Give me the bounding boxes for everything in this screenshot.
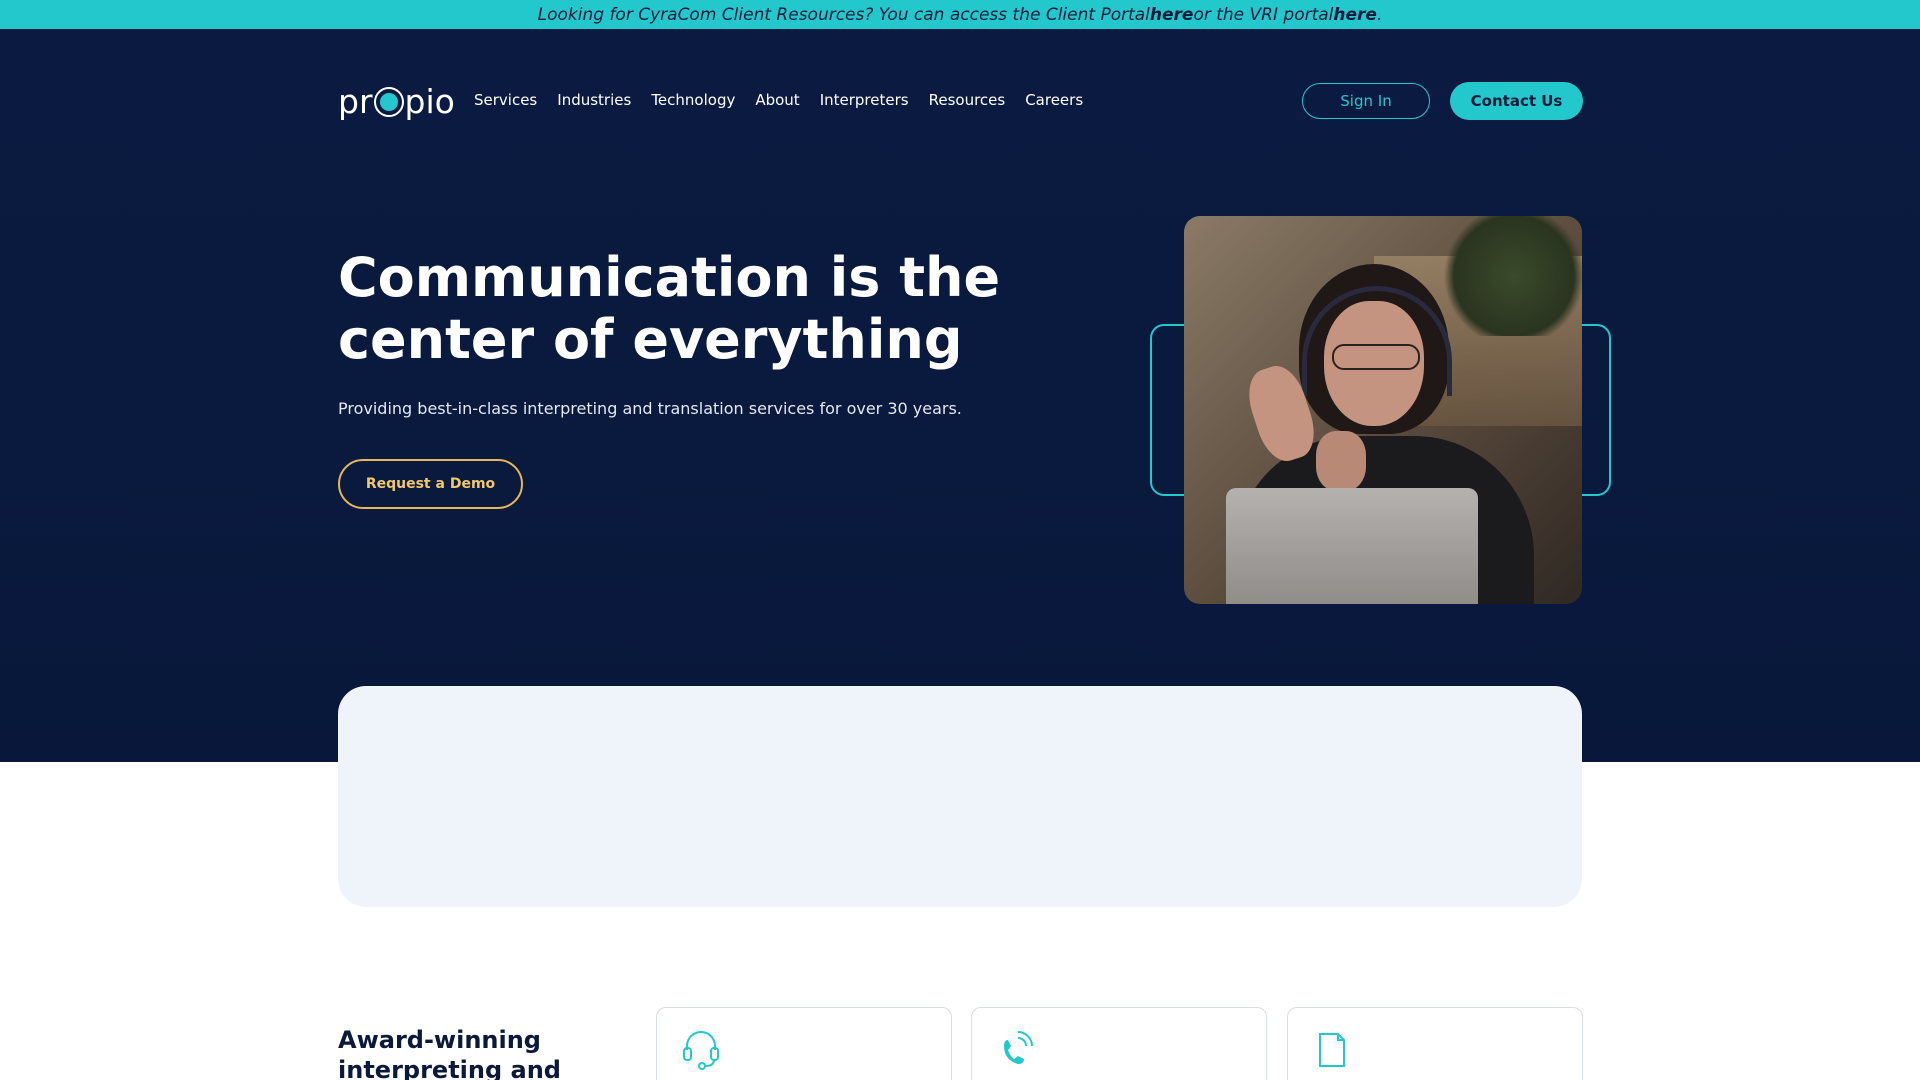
vri-portal-link[interactable]: here (1333, 5, 1377, 25)
main-nav: Services Industries Technology About Int… (474, 87, 1083, 113)
photo-laptop (1226, 488, 1478, 604)
photo-hand-second (1316, 431, 1366, 491)
nav-item-services[interactable]: Services (474, 91, 537, 109)
photo-plant (1434, 216, 1582, 336)
nav-item-careers[interactable]: Careers (1025, 91, 1083, 109)
banner-text-post: . (1376, 4, 1383, 25)
hero-headline: Communication is the center of everythin… (338, 246, 1001, 371)
feature-card-interpreting[interactable] (656, 1007, 952, 1080)
headset-icon (683, 1031, 719, 1070)
contact-us-button[interactable]: Contact Us (1450, 82, 1583, 120)
announcement-banner: Looking for CyraCom Client Resources? Yo… (0, 0, 1920, 29)
section-title: Award-winning interpreting and (338, 1026, 561, 1080)
feature-card-document[interactable] (1287, 1007, 1583, 1080)
document-icon (1319, 1033, 1345, 1067)
content-panel (338, 686, 1582, 907)
banner-text-mid: or the VRI portal (1193, 4, 1334, 25)
nav-item-industries[interactable]: Industries (557, 91, 631, 109)
request-demo-button[interactable]: Request a Demo (338, 459, 523, 509)
nav-item-resources[interactable]: Resources (929, 91, 1006, 109)
nav-item-interpreters[interactable]: Interpreters (820, 91, 909, 109)
logo-dot-icon (373, 87, 404, 117)
nav-item-about[interactable]: About (755, 91, 799, 109)
logo-text-end: pio (404, 81, 455, 121)
feature-card-phone[interactable] (971, 1007, 1267, 1080)
nav-item-technology[interactable]: Technology (651, 91, 735, 109)
banner-text-pre: Looking for CyraCom Client Resources? Yo… (537, 4, 1150, 25)
logo-text-start: pr (338, 81, 373, 121)
client-portal-link[interactable]: here (1150, 5, 1194, 25)
hero-section: pr pio Services Industries Technology Abo… (0, 29, 1920, 762)
sign-in-button[interactable]: Sign In (1302, 83, 1430, 119)
propio-logo[interactable]: pr pio (338, 81, 455, 121)
phone-ringing-icon (1004, 1031, 1033, 1064)
hero-subtext: Providing best-in-class interpreting and… (338, 399, 962, 418)
hero-photo-interpreter (1184, 216, 1582, 604)
